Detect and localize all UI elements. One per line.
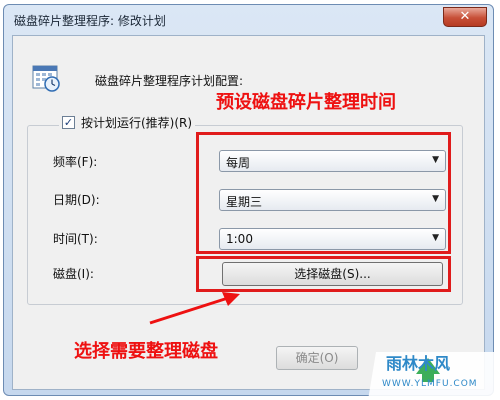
annotation-arrow bbox=[149, 292, 240, 325]
watermark-title: 雨林木风 bbox=[386, 354, 451, 373]
watermark-url: WWW.YLMFU.COM bbox=[382, 379, 478, 389]
watermark: 雨林木风 WWW.YLMFU.COM bbox=[368, 348, 500, 400]
